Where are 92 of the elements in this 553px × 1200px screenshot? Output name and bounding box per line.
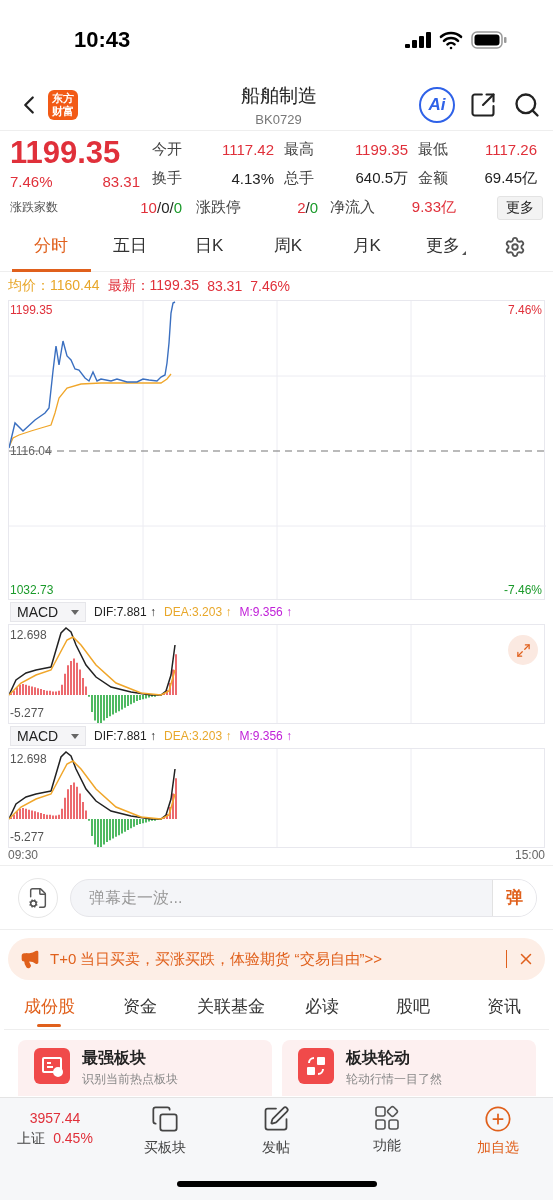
grid-icon [373,1105,400,1131]
axis-label: -5.277 [10,706,45,720]
ai-button[interactable]: Ai [419,87,455,123]
section-tab[interactable]: 关联基金 [185,984,277,1029]
rotation-icon [304,1054,328,1078]
latest-change: 83.31 [207,278,243,294]
time-label: 15:00 [514,848,545,864]
danmaku-input[interactable]: 弹幕走一波... 弹 [70,878,537,917]
axis-label: 12.698 [10,628,47,642]
change-amount: 83.31 [102,173,140,190]
nav-item[interactable]: 发帖 [220,1104,332,1168]
card-title: 板块轮动 [346,1048,411,1068]
nav-item[interactable]: 功能 [331,1104,443,1168]
stat-label: 金额 [417,169,449,188]
axis-label: 1199.35 [10,303,53,317]
chart-tab[interactable]: 日K [169,221,249,272]
index-change[interactable]: 0.45% [53,1130,93,1148]
stat-label: 净流入 [330,198,376,217]
add-icon [483,1105,512,1133]
axis-label: 12.698 [10,752,47,766]
dif-value: DIF:7.881 ↑ [94,729,157,743]
stat-label: 总手 [283,169,315,188]
expand-button[interactable] [508,635,538,665]
axis-label: -7.46% [503,583,542,597]
megaphone-icon [20,949,40,969]
stat-value: 1117.42 [221,141,275,158]
indicator-selector[interactable]: MACD [10,602,86,622]
expand-icon [515,642,531,658]
stat-value: 2/0 [296,199,318,216]
breadth-value: 10/0/0 [139,199,182,216]
stat-value: 4.13% [230,170,275,187]
section-tab[interactable]: 资讯 [458,984,549,1029]
stat-value: 69.45亿 [483,169,538,188]
feature-card[interactable]: 最强板块 识别当前热点板块 [18,1040,272,1096]
status-time: 10:43 [74,27,131,53]
edit-icon [262,1105,291,1133]
dif-value: DIF:7.881 ↑ [94,605,157,619]
feature-card[interactable]: 板块轮动 轮动行情一目了然 [282,1040,536,1096]
index-value[interactable]: 3957.44 [29,1110,81,1126]
share-icon[interactable] [469,91,497,119]
current-price: 1199.35 [10,135,122,171]
app-logo: 东方 财富 [48,90,78,120]
change-percent: 7.46% [10,173,53,190]
axis-label: 7.46% [507,303,542,317]
chart-tab[interactable]: 更多 [406,221,485,272]
axis-label: 1116.04 [10,444,52,458]
chart-tab[interactable]: 月K [327,221,407,272]
sector-title: 船舶制造 [240,84,317,108]
section-tab[interactable]: 成份股 [4,984,95,1029]
macd-value: M:9.356 ↑ [239,605,293,619]
card-subtitle: 识别当前热点板块 [82,1071,178,1088]
stat-value: 640.5万 [354,169,409,188]
chart-tab[interactable]: 周K [248,221,328,272]
stacked-squares-icon [151,1105,180,1133]
send-danmaku-button[interactable]: 弹 [492,879,536,916]
latest-price: 最新：1199.35 [107,277,200,295]
card-subtitle: 轮动行情一目了然 [346,1071,442,1088]
stat-label: 最低 [417,140,449,159]
stat-value: 1199.35 [353,141,409,158]
dea-value: DEA:3.203 ↑ [164,605,232,619]
sector-code: BK0729 [255,112,302,127]
latest-percent: 7.46% [250,278,290,294]
stat-value: 1117.26 [484,141,538,158]
stat-label: 今开 [151,140,183,159]
axis-label: 1032.73 [10,583,54,597]
card-title: 最强板块 [82,1048,147,1068]
section-tab[interactable]: 必读 [276,984,368,1029]
stat-label: 换手 [151,169,183,188]
chart-board-icon [40,1054,64,1078]
battery-icon [471,31,507,49]
section-tab[interactable]: 股吧 [367,984,459,1029]
section-tab[interactable]: 资金 [94,984,186,1029]
settings-icon[interactable] [503,235,526,258]
index-name[interactable]: 上证 [17,1130,46,1148]
search-icon[interactable] [513,91,541,119]
chart-tab[interactable]: 分时 [12,221,91,272]
stat-label: 涨跌停 [196,198,242,217]
average-price: 均价：1160.44 [8,277,100,295]
axis-label: -5.277 [10,830,45,844]
chart-tab[interactable]: 五日 [90,221,170,272]
stat-label: 最高 [283,140,315,159]
indicator-selector[interactable]: MACD [10,726,86,746]
stat-value: 9.33亿 [410,198,456,217]
breadth-label: 涨跌家数 [10,199,59,216]
dea-value: DEA:3.203 ↑ [164,729,232,743]
banner-text: T+0 当日买卖，买涨买跌，体验期货 “交易自由”>> [50,949,384,969]
time-label: 09:30 [8,848,39,864]
more-button[interactable]: 更多 [497,195,543,220]
nav-item[interactable]: 买板块 [110,1104,221,1168]
signal-icon [405,32,431,48]
document-gear-icon [27,886,49,909]
macd-value: M:9.356 ↑ [239,729,293,743]
